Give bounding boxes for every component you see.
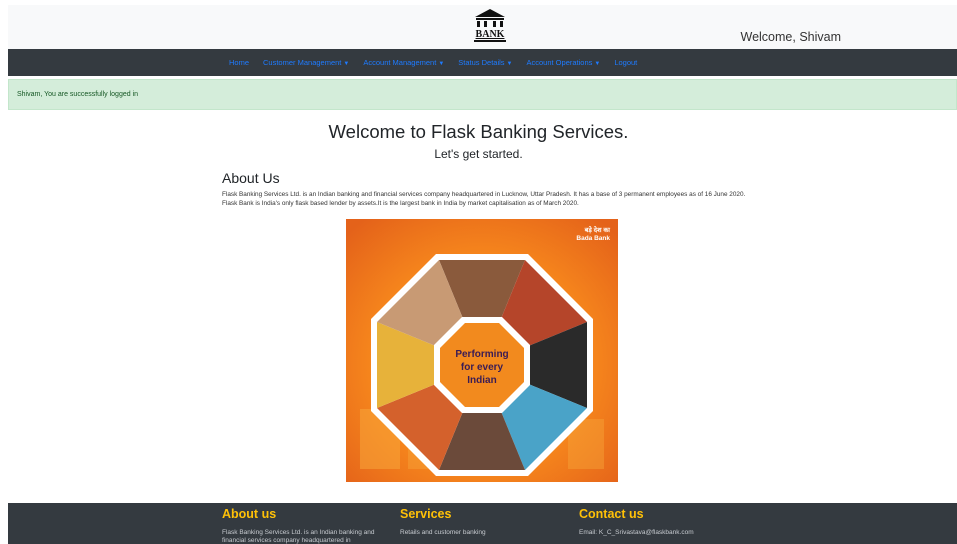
caret-down-icon: ▼	[438, 61, 445, 67]
footer-services-heading: Services	[400, 507, 452, 521]
nav-item-label: Customer Management	[263, 58, 342, 67]
nav-item-label: Home	[229, 58, 250, 67]
main-navbar: Home Customer Management ▼ Account Manageme…	[8, 49, 957, 76]
poster-artwork: Performing for every Indian	[346, 219, 618, 482]
footer-contact-column: Contact us Email: K_C_Srivastava@flaskba…	[579, 507, 779, 537]
poster-badge-hindi: बड़े देश का	[584, 227, 610, 234]
welcome-user-text: Welcome, Shivam	[740, 30, 842, 44]
footer-services-column: Services Retails and customer banking	[400, 507, 550, 537]
nav-item-label: Account Management	[363, 58, 437, 67]
nav-item-label: Logout	[614, 58, 638, 67]
poster-line-2: for every	[461, 362, 504, 373]
nav-item-account-operations[interactable]: Account Operations ▼	[527, 58, 601, 67]
poster-badge-english: Bada Bank	[576, 235, 610, 242]
caret-down-icon: ▼	[594, 61, 601, 67]
footer-about-text: Flask Banking Services Ltd. is an Indian…	[222, 529, 375, 544]
top-header: BANK Welcome, Shivam	[8, 5, 957, 49]
site-footer: About us Flask Banking Services Ltd. is …	[8, 503, 957, 544]
page-title: Welcome to Flask Banking Services.	[328, 121, 629, 142]
caret-down-icon: ▼	[343, 61, 350, 67]
nav-item-status-details[interactable]: Status Details ▼	[458, 58, 512, 67]
alert-message: Shivam, You are successfully logged in	[17, 91, 139, 98]
nav-list: Home Customer Management ▼ Account Manageme…	[229, 49, 651, 76]
footer-about-heading: About us	[222, 507, 277, 521]
footer-about-column: About us Flask Banking Services Ltd. is …	[222, 507, 392, 544]
nav-item-home[interactable]: Home	[229, 58, 249, 67]
nav-item-label: Account Operations	[526, 58, 593, 67]
footer-contact-text[interactable]: Email: K_C_Srivastava@flaskbank.com	[579, 529, 779, 537]
poster-line-1: Performing	[455, 349, 508, 360]
nav-item-label: Status Details	[458, 58, 505, 67]
nav-item-logout[interactable]: Logout	[614, 58, 637, 67]
caret-down-icon: ▼	[506, 61, 513, 67]
promo-poster-image: Performing for every Indian बड़े देश का …	[346, 219, 618, 482]
poster-brand-badge: बड़े देश का Bada Bank	[576, 227, 610, 243]
about-us-heading: About Us	[222, 170, 280, 186]
nav-item-customer-management[interactable]: Customer Management ▼	[263, 58, 349, 67]
page-subtitle: Let's get started.	[434, 147, 523, 161]
about-us-text: Flask Banking Services Ltd. is an Indian…	[222, 191, 746, 207]
login-success-alert: Shivam, You are successfully logged in	[8, 79, 957, 110]
footer-services-text: Retails and customer banking	[400, 529, 486, 536]
bank-logo-text: BANK	[476, 29, 505, 40]
nav-item-account-management[interactable]: Account Management ▼	[363, 58, 444, 67]
poster-line-3: Indian	[467, 375, 496, 386]
footer-contact-heading: Contact us	[579, 507, 644, 521]
bank-logo[interactable]: BANK	[470, 8, 510, 46]
